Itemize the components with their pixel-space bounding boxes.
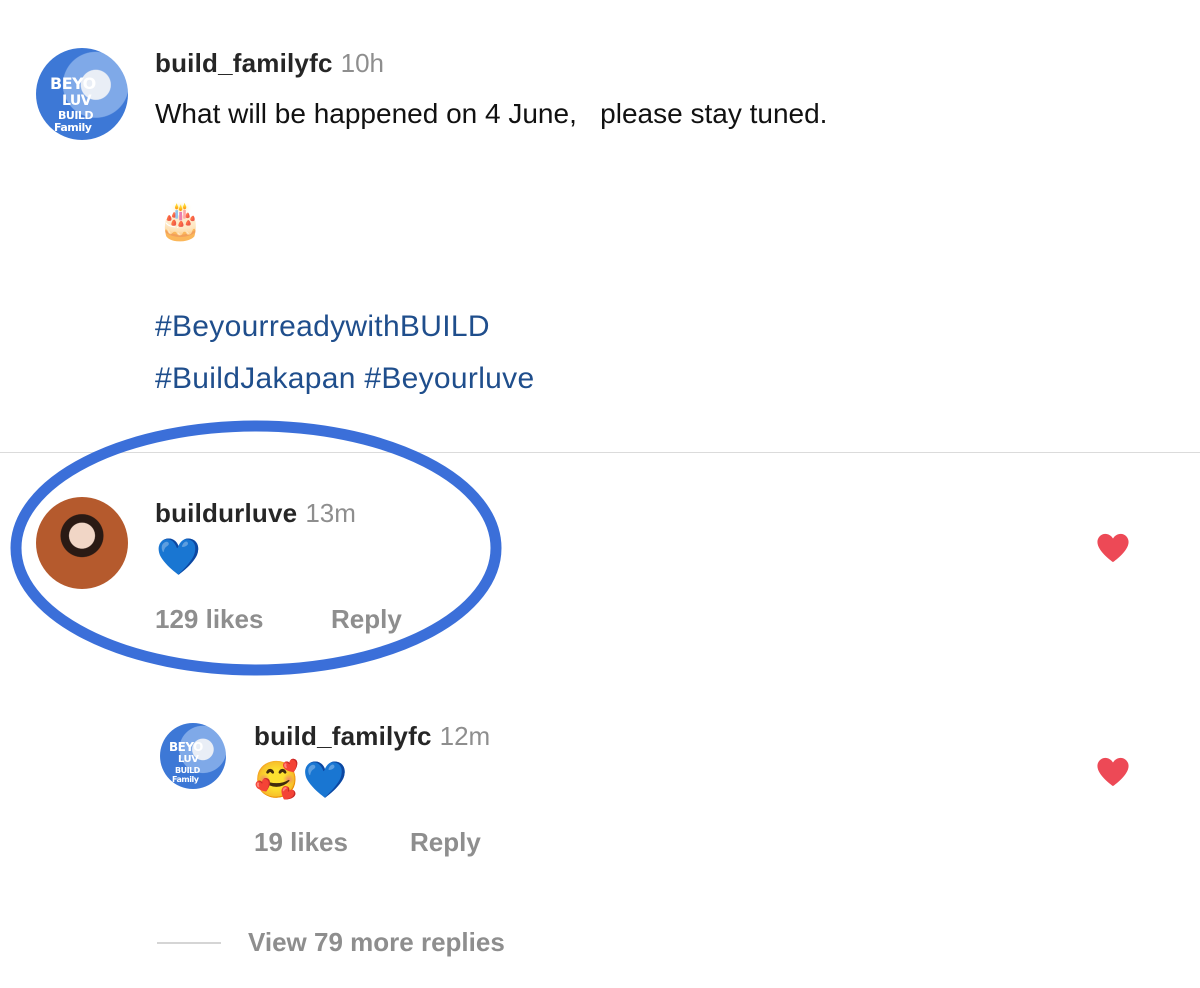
post-header: build_familyfc 10h [155,48,384,79]
hashtag-line-1[interactable]: #BeyourreadywithBUILD [155,310,490,344]
comment-time: 13m [305,498,356,528]
comment-heart-icon[interactable] [1096,532,1130,564]
view-more-line [157,942,221,944]
post-caption: What will be happened on 4 June, please … [155,98,828,129]
comment-likes[interactable]: 129 likes [155,604,263,635]
reply-reply-button[interactable]: Reply [410,827,481,858]
reply-username[interactable]: build_familyfc [254,721,432,751]
reply-time: 12m [439,721,491,751]
post-time: 10h [340,48,385,78]
reply-avatar[interactable]: BEYO LUV BUILD Family [160,723,226,789]
post-avatar[interactable]: BEYO LUV BUILD Family [36,48,128,140]
comment-reply-button[interactable]: Reply [331,604,402,635]
reply-likes[interactable]: 19 likes [254,827,348,858]
view-more-replies-button[interactable]: View 79 more replies [248,927,505,958]
hashtag-line-2[interactable]: #BuildJakapan #Beyourluve [155,362,534,396]
comment-avatar[interactable] [36,497,128,589]
cake-emoji: 🎂 [158,201,203,242]
reply-header: build_familyfc 12m [254,721,490,752]
comment-text: 💙 [156,537,201,578]
reply-text: 🥰💙 [254,760,352,801]
reply-heart-icon[interactable] [1096,756,1130,788]
comment-header: buildurluve 13m [155,498,356,529]
post-username[interactable]: build_familyfc [155,48,333,78]
comment-username[interactable]: buildurluve [155,498,297,528]
